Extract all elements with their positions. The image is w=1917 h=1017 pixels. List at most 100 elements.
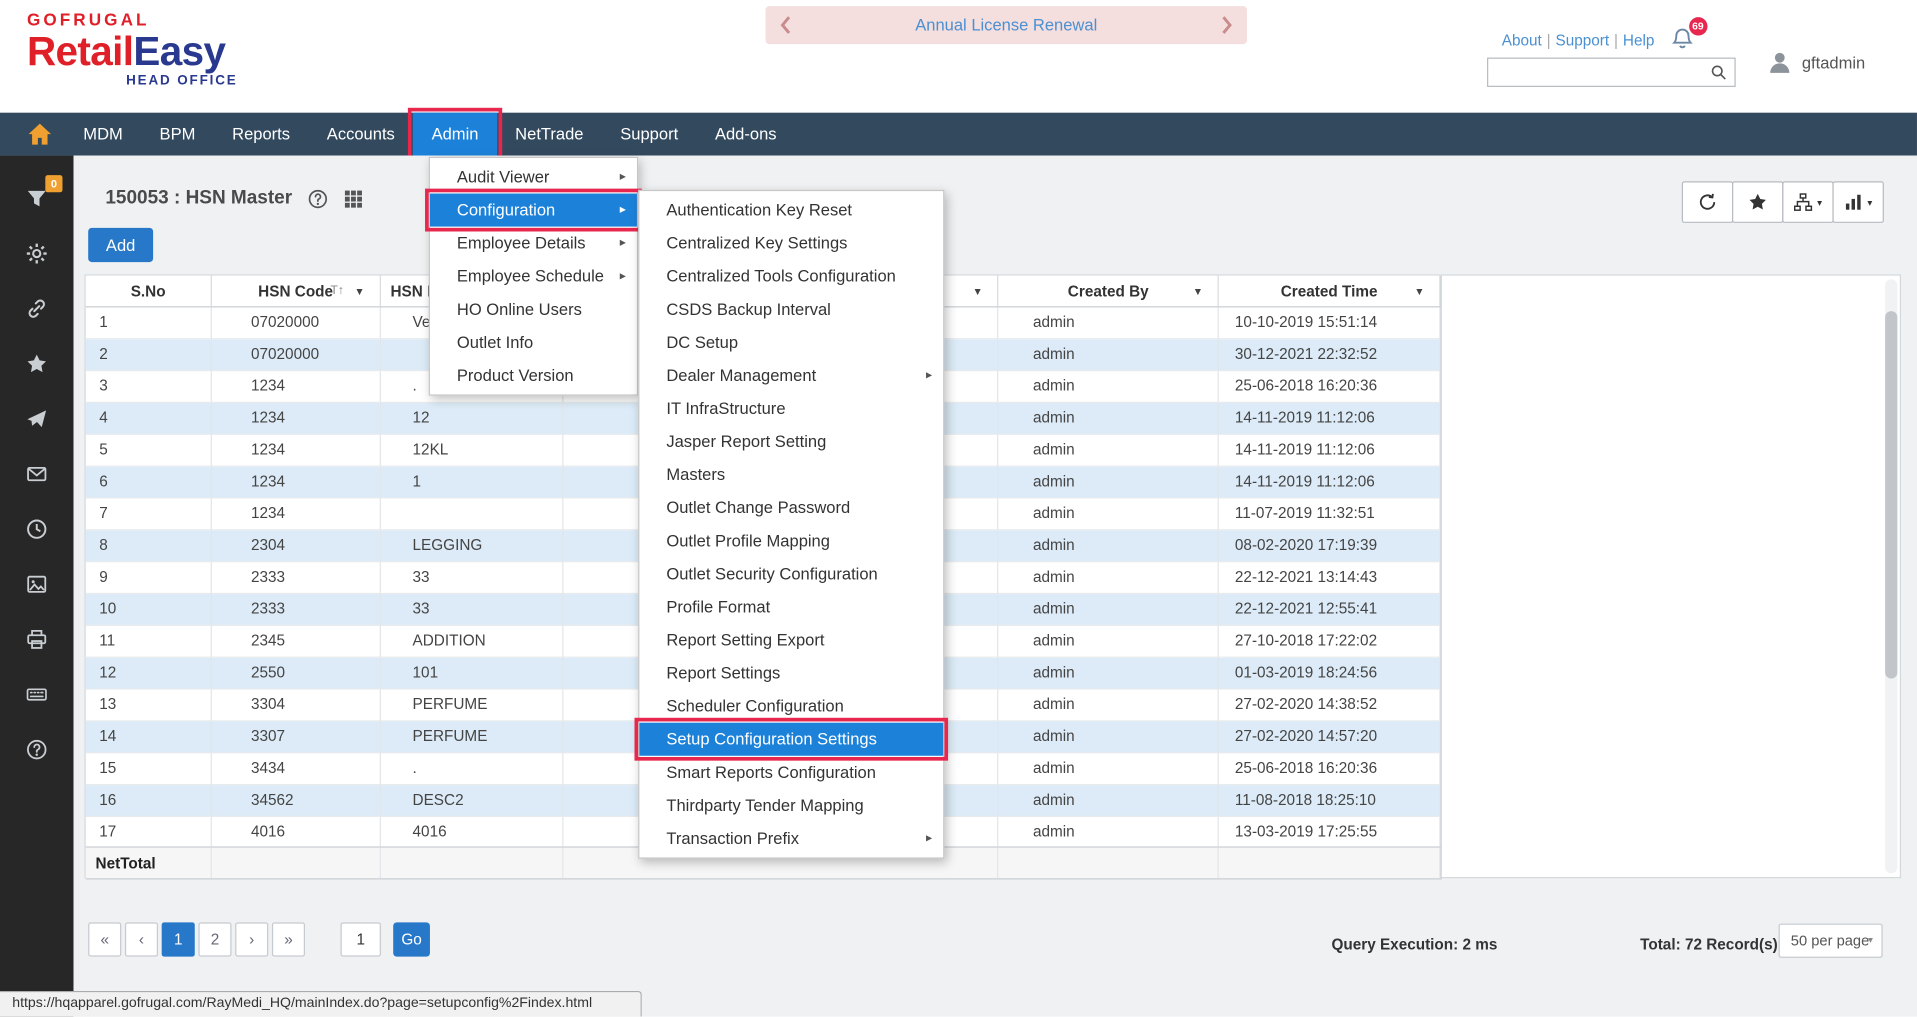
filter-caret-icon[interactable]: ▼	[972, 285, 982, 297]
menu-item-outlet-info[interactable]: Outlet Info	[430, 326, 637, 359]
menu-item-label: Thirdparty Tender Mapping	[666, 796, 863, 814]
sidebar-mail-icon[interactable]	[0, 446, 73, 501]
sidebar: 0	[0, 156, 73, 1017]
menu-item-audit-viewer[interactable]: Audit Viewer▸	[430, 160, 637, 193]
table-cell: 2304	[212, 530, 381, 562]
search-input[interactable]	[1488, 59, 1710, 86]
submenu-item-authentication-key-reset[interactable]: Authentication Key Reset	[639, 194, 943, 227]
submenu-item-thirdparty-tender-mapping[interactable]: Thirdparty Tender Mapping	[639, 789, 943, 822]
menu-item-ho-online-users[interactable]: HO Online Users	[430, 293, 637, 326]
nav-item-bpm[interactable]: BPM	[141, 113, 214, 156]
search-icon[interactable]	[1710, 64, 1727, 81]
add-button[interactable]: Add	[88, 228, 153, 262]
banner-prev-icon[interactable]	[780, 16, 791, 34]
submenu-item-outlet-change-password[interactable]: Outlet Change Password	[639, 491, 943, 524]
submenu-item-transaction-prefix[interactable]: Transaction Prefix▸	[639, 822, 943, 855]
submenu-item-profile-format[interactable]: Profile Format	[639, 590, 943, 623]
table-cell: 2333	[212, 562, 381, 594]
submenu-item-setup-configuration-settings[interactable]: Setup Configuration Settings	[639, 723, 943, 756]
username[interactable]: gftadmin	[1802, 53, 1865, 71]
menu-item-employee-details[interactable]: Employee Details▸	[430, 227, 637, 260]
submenu-item-dc-setup[interactable]: DC Setup	[639, 326, 943, 359]
filter-caret-icon[interactable]: ▼	[354, 285, 364, 297]
sidebar-clock-icon[interactable]	[0, 501, 73, 556]
notification-bell[interactable]: 69	[1670, 27, 1693, 54]
vertical-scrollbar[interactable]	[1885, 279, 1897, 873]
last-page-button[interactable]: »	[272, 922, 305, 956]
net-total-cell: NetTotal	[86, 848, 212, 879]
submenu-item-it-infrastructure[interactable]: IT InfraStructure	[639, 392, 943, 425]
submenu-item-dealer-management[interactable]: Dealer Management▸	[639, 359, 943, 392]
submenu-item-outlet-security-configuration[interactable]: Outlet Security Configuration	[639, 557, 943, 590]
banner-next-icon[interactable]	[1221, 16, 1232, 34]
menu-item-label: Outlet Change Password	[666, 499, 850, 517]
support-link[interactable]: Support	[1556, 32, 1610, 49]
nav-item-accounts[interactable]: Accounts	[308, 113, 413, 156]
column-header-s-no[interactable]: S.No	[86, 276, 212, 307]
submenu-item-report-setting-export[interactable]: Report Setting Export	[639, 623, 943, 656]
chart-button[interactable]: ▾	[1832, 181, 1883, 223]
star-icon	[26, 352, 48, 374]
nav-item-support[interactable]: Support	[602, 113, 697, 156]
goto-page-input[interactable]	[341, 922, 381, 956]
nav-item-reports[interactable]: Reports	[214, 113, 309, 156]
header-links: About|Support|Help69	[1497, 27, 1694, 54]
sidebar-keyboard-icon[interactable]	[0, 666, 73, 721]
nav-item-nettrade[interactable]: NetTrade	[497, 113, 602, 156]
page-2-button[interactable]: 2	[198, 922, 231, 956]
grid-icon[interactable]	[342, 188, 363, 209]
sidebar-printer-icon[interactable]	[0, 611, 73, 666]
sidebar-gear-icon[interactable]	[0, 225, 73, 280]
about-link[interactable]: About	[1502, 32, 1542, 49]
submenu-item-csds-backup-interval[interactable]: CSDS Backup Interval	[639, 293, 943, 326]
table-cell: PERFUME	[381, 721, 563, 753]
column-header-hsn-code[interactable]: HSN CodeT↑▼	[212, 276, 381, 307]
menu-item-configuration[interactable]: Configuration▸	[430, 194, 637, 227]
menu-item-product-version[interactable]: Product Version	[430, 359, 637, 392]
help-link[interactable]: Help	[1623, 32, 1655, 49]
net-total-cell	[1219, 848, 1441, 879]
submenu-item-outlet-profile-mapping[interactable]: Outlet Profile Mapping	[639, 524, 943, 557]
sidebar-help-icon[interactable]	[0, 721, 73, 776]
sidebar-send-icon[interactable]	[0, 391, 73, 446]
per-page-select[interactable]: 50 per page▾	[1779, 924, 1883, 958]
table-cell: PERFUME	[381, 690, 563, 722]
sidebar-link-icon[interactable]	[0, 281, 73, 336]
user-menu[interactable]: gftadmin	[1766, 49, 1865, 76]
first-page-button[interactable]: «	[88, 922, 121, 956]
page-1-button[interactable]: 1	[162, 922, 195, 956]
column-header-created-time[interactable]: Created Time▼	[1219, 276, 1440, 307]
sidebar-filter-icon[interactable]: 0	[0, 170, 73, 225]
sidebar-image-icon[interactable]	[0, 556, 73, 611]
column-header-created-by[interactable]: Created By▼	[999, 276, 1219, 307]
prev-page-button[interactable]: ‹	[125, 922, 158, 956]
help-icon[interactable]	[307, 188, 328, 209]
submenu-item-scheduler-configuration[interactable]: Scheduler Configuration	[639, 690, 943, 723]
page-title: 150053 : HSN Master	[105, 187, 292, 209]
scrollbar-thumb[interactable]	[1885, 311, 1897, 678]
menu-item-employee-schedule[interactable]: Employee Schedule▸	[430, 260, 637, 293]
star-button[interactable]	[1732, 181, 1783, 223]
nav-item-mdm[interactable]: MDM	[65, 113, 141, 156]
table-cell: 25-06-2018 16:20:36	[1219, 753, 1440, 785]
refresh-button[interactable]	[1682, 181, 1733, 223]
submenu-item-jasper-report-setting[interactable]: Jasper Report Setting	[639, 425, 943, 458]
submenu-item-centralized-tools-configuration[interactable]: Centralized Tools Configuration	[639, 260, 943, 293]
banner-text[interactable]: Annual License Renewal	[915, 16, 1097, 34]
nav-item-add-ons[interactable]: Add-ons	[697, 113, 795, 156]
next-page-button[interactable]: ›	[235, 922, 268, 956]
submenu-item-smart-reports-configuration[interactable]: Smart Reports Configuration	[639, 756, 943, 789]
nav-item-admin[interactable]: Admin	[413, 113, 497, 156]
sidebar-star-icon[interactable]	[0, 336, 73, 391]
table-cell: 13-03-2019 17:25:55	[1219, 817, 1440, 846]
filter-caret-icon[interactable]: ▼	[1414, 285, 1424, 297]
hierarchy-button[interactable]: ▾	[1782, 181, 1833, 223]
go-button[interactable]: Go	[393, 922, 430, 956]
table-cell: 4016	[381, 817, 563, 846]
submenu-item-masters[interactable]: Masters	[639, 458, 943, 491]
home-icon[interactable]	[24, 121, 55, 147]
submenu-item-centralized-key-settings[interactable]: Centralized Key Settings	[639, 227, 943, 260]
submenu-item-report-settings[interactable]: Report Settings	[639, 657, 943, 690]
menu-item-label: Employee Schedule	[457, 267, 604, 285]
filter-caret-icon[interactable]: ▼	[1193, 285, 1203, 297]
